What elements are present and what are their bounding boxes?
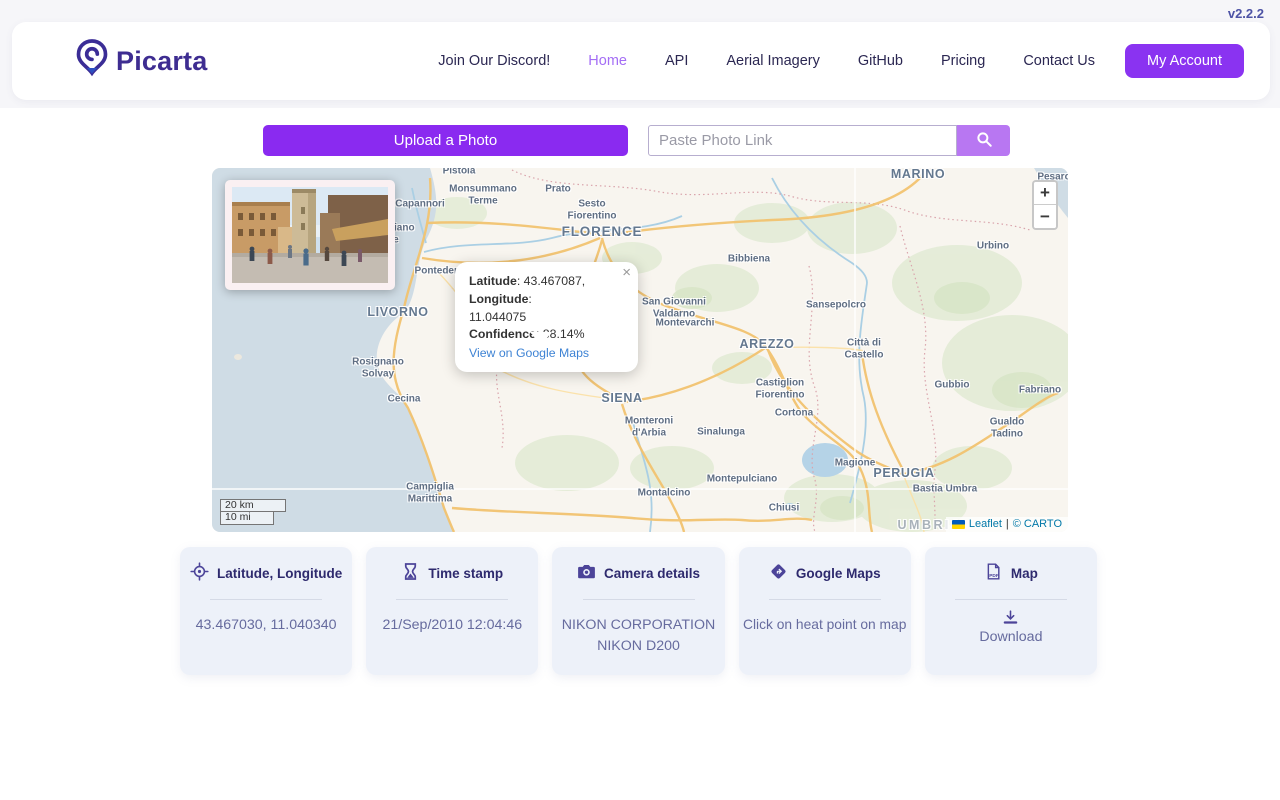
zoom-out-button[interactable]: − bbox=[1034, 205, 1056, 228]
card-title-text: Map bbox=[1010, 565, 1038, 581]
lat-lon-value: 43.467030, 11.040340 bbox=[195, 617, 337, 633]
hourglass-icon bbox=[401, 562, 420, 584]
attribution-separator: | bbox=[1005, 518, 1009, 530]
card-divider bbox=[582, 599, 695, 600]
nav-item-home[interactable]: Home bbox=[588, 53, 627, 69]
logo-pin-icon bbox=[74, 38, 110, 85]
card-divider bbox=[396, 599, 509, 600]
card-divider bbox=[210, 599, 323, 600]
card-google-maps: Google Maps Click on heat point on map bbox=[738, 547, 911, 675]
card-divider bbox=[768, 599, 881, 600]
search-icon bbox=[975, 130, 993, 151]
card-google-maps-title-row: Google Maps bbox=[739, 562, 911, 584]
camera-value: NIKON CORPORATION NIKON D200 bbox=[561, 617, 716, 654]
map-attribution: Leaflet | © CARTO bbox=[945, 517, 1068, 532]
card-camera: Camera details NIKON CORPORATION NIKON D… bbox=[552, 547, 725, 675]
nav-item-discord[interactable]: Join Our Discord! bbox=[438, 53, 550, 69]
card-lat-lon-title-row: Latitude, Longitude bbox=[180, 562, 352, 584]
google-maps-icon bbox=[769, 562, 788, 584]
card-divider bbox=[954, 599, 1067, 600]
my-account-button[interactable]: My Account bbox=[1125, 44, 1244, 78]
result-map[interactable]: Pistoia Monsummano Terme Prato Sesto Fioren… bbox=[212, 168, 1068, 532]
card-title-text: Camera details bbox=[603, 565, 701, 581]
card-map-pdf: PDF Map Download bbox=[924, 547, 1098, 675]
crosshair-icon bbox=[190, 562, 209, 584]
photo-link-group bbox=[648, 125, 1010, 156]
download-icon bbox=[925, 609, 1097, 626]
search-button[interactable] bbox=[957, 125, 1010, 156]
card-timestamp-title-row: Time stamp bbox=[366, 562, 538, 584]
popup-coordinates-line2: 11.044075 bbox=[469, 309, 527, 324]
result-cards: Latitude, Longitude 43.467030, 11.040340… bbox=[180, 547, 1098, 675]
zoom-in-button[interactable]: + bbox=[1034, 182, 1056, 205]
timestamp-value: 21/Sep/2010 12:04:46 bbox=[382, 617, 523, 633]
pdf-file-icon: PDF bbox=[984, 562, 1003, 584]
card-title-text: Google Maps bbox=[795, 565, 881, 581]
photo-thumbnail bbox=[225, 180, 395, 290]
picarta-page: v2.2.2 Picarta Join Our Discord! Home AP… bbox=[0, 0, 1280, 800]
nav-item-github[interactable]: GitHub bbox=[858, 53, 903, 69]
nav-item-api[interactable]: API bbox=[665, 53, 688, 69]
logo[interactable]: Picarta bbox=[74, 38, 207, 85]
card-timestamp: Time stamp 21/Sep/2010 12:04:46 bbox=[366, 547, 539, 675]
popup-coordinates-line1: Latitude: 43.467087, Longitude: bbox=[469, 274, 586, 306]
leaflet-link[interactable]: Leaflet bbox=[969, 518, 1002, 530]
google-maps-hint: Click on heat point on map bbox=[743, 617, 907, 632]
map-popup: × Latitude: 43.467087, Longitude: 11.044… bbox=[455, 262, 638, 373]
header: Picarta Join Our Discord! Home API Aeria… bbox=[12, 22, 1270, 100]
card-map-pdf-title-row: PDF Map bbox=[925, 562, 1097, 584]
carto-link[interactable]: © CARTO bbox=[1013, 518, 1062, 530]
photo-link-input[interactable] bbox=[648, 125, 957, 156]
download-map-link[interactable]: Download bbox=[925, 609, 1097, 645]
map-scale: 20 km 10 mi bbox=[220, 499, 286, 525]
logo-text: Picarta bbox=[116, 45, 208, 76]
scale-mi: 10 mi bbox=[220, 512, 274, 525]
nav-item-contact[interactable]: Contact Us bbox=[1023, 53, 1095, 69]
version-label: v2.2.2 bbox=[1227, 6, 1264, 21]
card-title-text: Latitude, Longitude bbox=[216, 565, 343, 581]
nav-item-pricing[interactable]: Pricing bbox=[941, 53, 985, 69]
ukraine-flag-icon bbox=[951, 519, 965, 529]
card-title-text: Time stamp bbox=[428, 565, 504, 581]
upload-photo-button[interactable]: Upload a Photo bbox=[263, 125, 628, 156]
camera-icon bbox=[577, 562, 596, 584]
download-label: Download bbox=[979, 629, 1043, 645]
nav-item-aerial-imagery[interactable]: Aerial Imagery bbox=[726, 53, 819, 69]
svg-text:PDF: PDF bbox=[989, 573, 999, 579]
popup-close-icon[interactable]: × bbox=[622, 265, 631, 280]
view-on-google-maps-link[interactable]: View on Google Maps bbox=[469, 345, 589, 363]
zoom-control: + − bbox=[1032, 180, 1058, 230]
card-camera-title-row: Camera details bbox=[552, 562, 724, 584]
card-lat-lon: Latitude, Longitude 43.467030, 11.040340 bbox=[180, 547, 353, 675]
popup-pointer bbox=[530, 332, 552, 345]
main-nav: Join Our Discord! Home API Aerial Imager… bbox=[438, 53, 1095, 69]
